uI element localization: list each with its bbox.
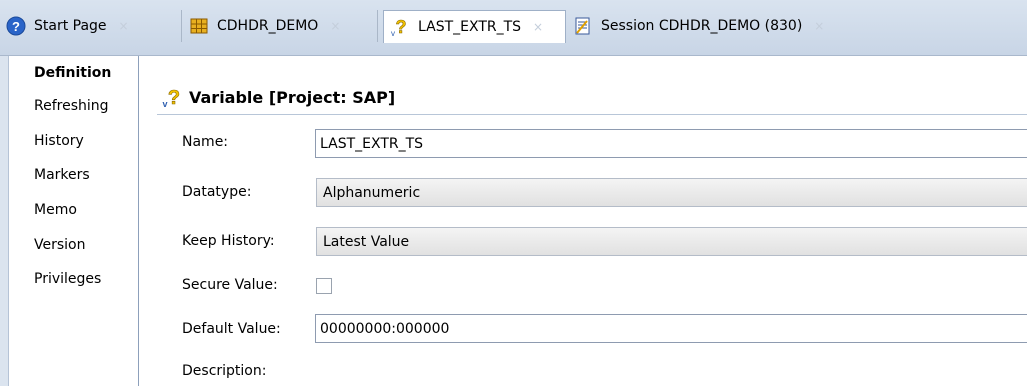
- variable-icon: ? v: [162, 87, 180, 108]
- tab-start-page[interactable]: ? Start Page ×: [0, 10, 182, 42]
- table-icon: [190, 18, 208, 34]
- sidebar-item-memo[interactable]: Memo: [34, 202, 77, 218]
- svg-text:v: v: [391, 29, 395, 37]
- default-value-label: Default Value:: [182, 321, 281, 337]
- sidebar-left-edge: [0, 56, 9, 386]
- variable-icon: ? v: [391, 17, 407, 37]
- svg-text:?: ?: [396, 17, 407, 37]
- tab-label: CDHDR_DEMO: [217, 18, 319, 34]
- tab-close-icon[interactable]: ×: [533, 20, 543, 34]
- session-icon: [575, 17, 590, 35]
- tab-close-icon[interactable]: ×: [119, 19, 129, 33]
- keep-history-select[interactable]: Latest Value: [316, 227, 1027, 256]
- page-title: ? v Variable [Project: SAP]: [161, 86, 395, 108]
- sidebar-item-definition[interactable]: Definition: [34, 65, 111, 81]
- tab-close-icon[interactable]: ×: [814, 19, 824, 33]
- datatype-select[interactable]: Alphanumeric: [316, 178, 1027, 207]
- tab-cdhdr-demo[interactable]: CDHDR_DEMO ×: [183, 10, 378, 42]
- name-label: Name:: [182, 134, 229, 150]
- tab-session[interactable]: Session CDHDR_DEMO (830) ×: [567, 10, 897, 42]
- secure-value-checkbox[interactable]: [316, 278, 332, 294]
- keep-history-label: Keep History:: [182, 233, 275, 249]
- tab-last-extr-ts[interactable]: ? v LAST_EXTR_TS ×: [383, 10, 566, 43]
- tab-label: LAST_EXTR_TS: [418, 19, 522, 35]
- datatype-label: Datatype:: [182, 184, 252, 200]
- tab-label: Start Page: [34, 18, 107, 34]
- title-divider: [157, 114, 1027, 115]
- sidebar-item-history[interactable]: History: [34, 133, 84, 149]
- editor-tab-bar: ? Start Page × CDHDR_DEMO × ? v LAST_EXT…: [0, 0, 1027, 56]
- default-value-input[interactable]: 00000000:000000: [315, 314, 1027, 343]
- property-sidebar: Definition Refreshing History Markers Me…: [0, 56, 139, 386]
- page-title-text: Variable [Project: SAP]: [189, 87, 396, 107]
- secure-value-label: Secure Value:: [182, 277, 278, 293]
- tab-close-icon[interactable]: ×: [330, 19, 340, 33]
- variable-editor: ? v Variable [Project: SAP] Name: LAST_E…: [139, 56, 1027, 386]
- description-label: Description:: [182, 363, 267, 379]
- help-circle-icon: ?: [6, 16, 26, 36]
- sidebar-item-markers[interactable]: Markers: [34, 167, 90, 183]
- sidebar-item-refreshing[interactable]: Refreshing: [34, 98, 109, 114]
- sidebar-item-privileges[interactable]: Privileges: [34, 271, 101, 287]
- svg-text:?: ?: [12, 19, 20, 34]
- sidebar-item-version[interactable]: Version: [34, 237, 85, 253]
- name-input[interactable]: LAST_EXTR_TS: [315, 129, 1027, 158]
- tab-label: Session CDHDR_DEMO (830): [601, 18, 803, 34]
- svg-text:v: v: [162, 99, 167, 108]
- svg-text:?: ?: [168, 87, 180, 108]
